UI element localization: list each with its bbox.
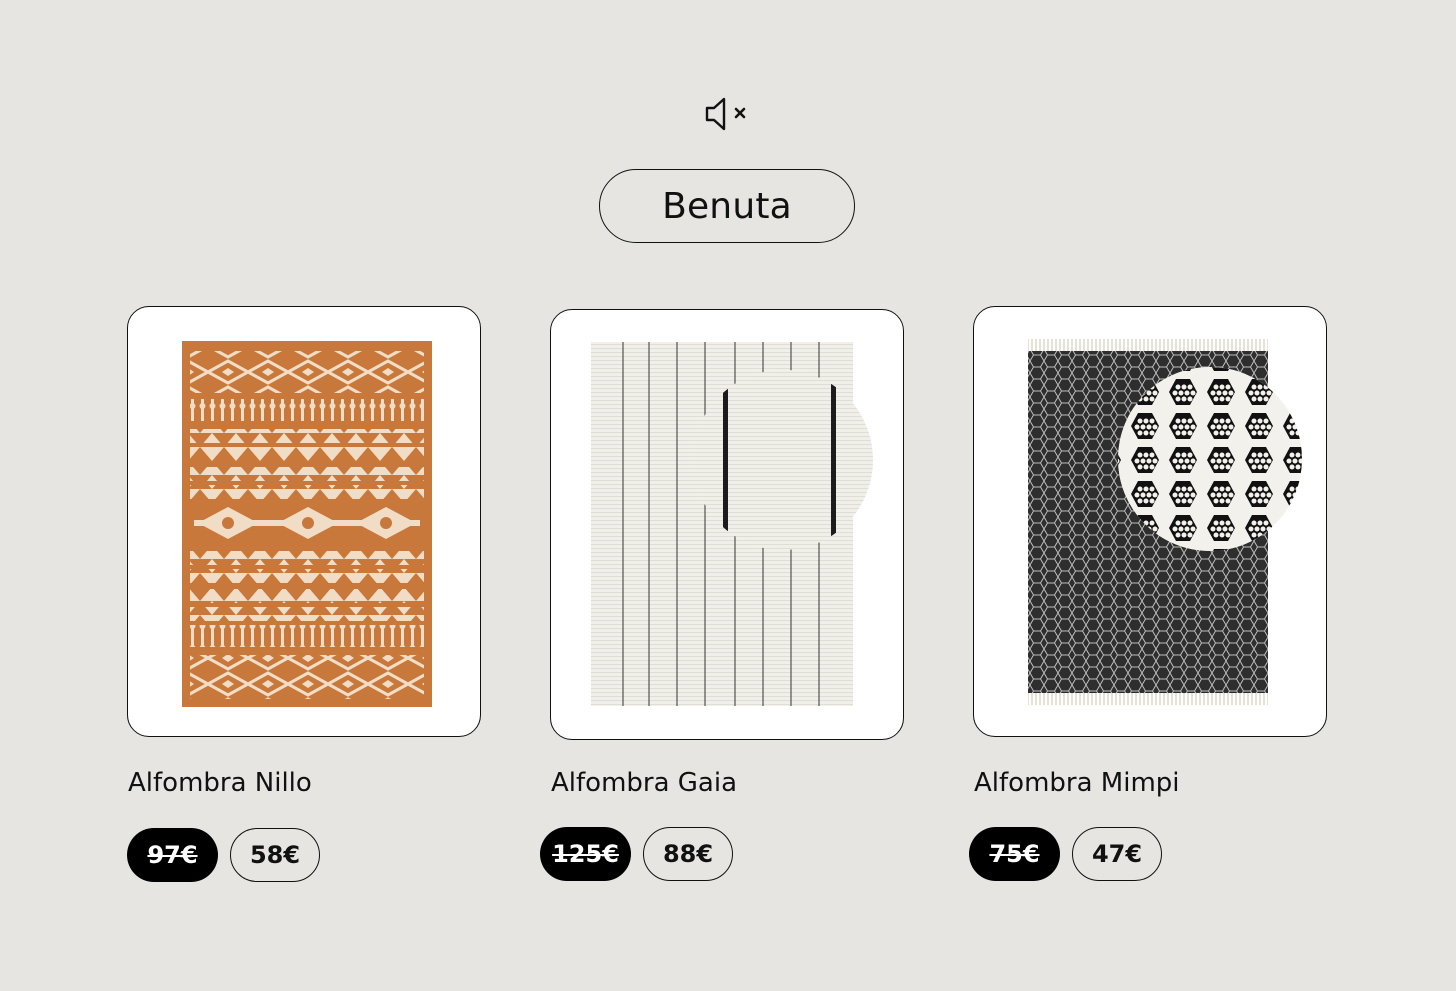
rug-gaia-image [591,342,873,706]
product-title-mimpi[interactable]: Alfombra Mimpi [974,768,1180,798]
sale-price-badge: 88€ [643,827,733,881]
product-card-gaia[interactable] [550,309,904,740]
product-card-nillo[interactable] [127,306,481,737]
product-title-nillo[interactable]: Alfombra Nillo [128,768,312,798]
sale-price-badge: 47€ [1072,827,1162,881]
rug-nillo-image [182,341,432,707]
old-price-badge: 125€ [540,827,631,881]
rug-mimpi-image [1028,339,1302,705]
brand-button[interactable]: Benuta [599,169,855,243]
sale-price-badge: 58€ [230,828,320,882]
product-card-mimpi[interactable] [973,306,1327,737]
mute-button[interactable] [704,94,752,134]
brand-label: Benuta [662,185,792,227]
speaker-muted-icon [705,97,746,131]
old-price-badge: 97€ [127,828,218,882]
old-price-badge: 75€ [969,827,1060,881]
product-title-gaia[interactable]: Alfombra Gaia [551,768,737,798]
